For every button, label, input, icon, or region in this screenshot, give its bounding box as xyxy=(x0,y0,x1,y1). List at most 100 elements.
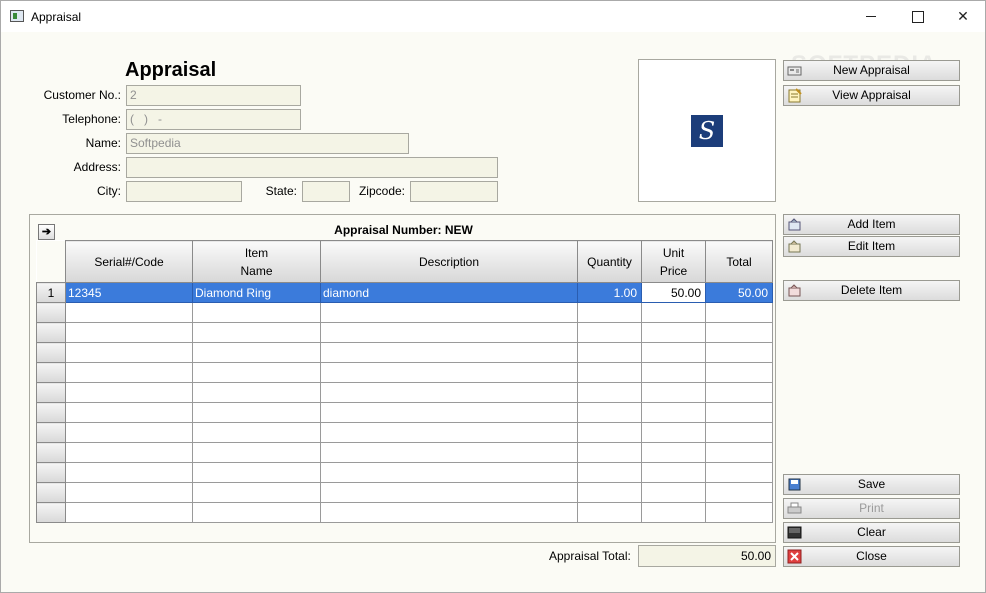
cell-unit-price[interactable] xyxy=(641,342,706,363)
record-navigator-arrow[interactable]: ➔ xyxy=(38,224,55,240)
cell-quantity[interactable] xyxy=(577,462,642,483)
maximize-icon[interactable] xyxy=(894,1,940,32)
table-row[interactable] xyxy=(36,322,773,343)
table-row[interactable] xyxy=(36,362,773,383)
cell-total[interactable] xyxy=(705,462,773,483)
address-field[interactable] xyxy=(126,157,498,178)
row-header[interactable] xyxy=(36,382,66,403)
cell-description[interactable] xyxy=(320,482,578,503)
row-header[interactable] xyxy=(36,402,66,423)
table-row[interactable] xyxy=(36,442,773,463)
column-header-description[interactable]: Description xyxy=(320,240,578,283)
table-row[interactable] xyxy=(36,502,773,523)
cell-item-name[interactable] xyxy=(192,382,321,403)
row-header[interactable] xyxy=(36,442,66,463)
new-appraisal-button[interactable]: New Appraisal xyxy=(783,60,960,81)
table-row[interactable] xyxy=(36,462,773,483)
state-field[interactable] xyxy=(302,181,350,202)
city-field[interactable] xyxy=(126,181,242,202)
cell-serial[interactable] xyxy=(65,322,193,343)
cell-total[interactable] xyxy=(705,302,773,323)
add-item-button[interactable]: Add Item xyxy=(783,214,960,235)
row-header[interactable] xyxy=(36,482,66,503)
cell-description[interactable] xyxy=(320,302,578,323)
cell-quantity[interactable] xyxy=(577,482,642,503)
table-row[interactable] xyxy=(36,342,773,363)
cell-total[interactable] xyxy=(705,342,773,363)
cell-serial[interactable] xyxy=(65,402,193,423)
cell-item-name[interactable]: Diamond Ring xyxy=(192,282,321,303)
clear-button[interactable]: Clear xyxy=(783,522,960,543)
cell-description[interactable] xyxy=(320,402,578,423)
cell-serial[interactable] xyxy=(65,462,193,483)
cell-unit-price[interactable] xyxy=(641,402,706,423)
cell-unit-price[interactable] xyxy=(641,502,706,523)
cell-item-name[interactable] xyxy=(192,362,321,383)
cell-description[interactable] xyxy=(320,342,578,363)
cell-description[interactable] xyxy=(320,382,578,403)
cell-unit-price[interactable] xyxy=(641,382,706,403)
cell-description[interactable] xyxy=(320,362,578,383)
cell-unit-price[interactable] xyxy=(641,302,706,323)
cell-quantity[interactable] xyxy=(577,502,642,523)
row-header[interactable] xyxy=(36,362,66,383)
cell-description[interactable] xyxy=(320,462,578,483)
cell-total[interactable] xyxy=(705,502,773,523)
name-field[interactable]: Softpedia xyxy=(126,133,409,154)
cell-quantity[interactable] xyxy=(577,422,642,443)
row-header[interactable] xyxy=(36,342,66,363)
row-header[interactable] xyxy=(36,422,66,443)
cell-unit-price[interactable] xyxy=(641,442,706,463)
cell-unit-price[interactable] xyxy=(641,362,706,383)
cell-quantity[interactable] xyxy=(577,322,642,343)
cell-total[interactable]: 50.00 xyxy=(705,282,773,303)
delete-item-button[interactable]: Delete Item xyxy=(783,280,960,301)
cell-total[interactable] xyxy=(705,422,773,443)
cell-total[interactable] xyxy=(705,322,773,343)
cell-serial[interactable] xyxy=(65,382,193,403)
cell-total[interactable] xyxy=(705,442,773,463)
cell-serial[interactable] xyxy=(65,442,193,463)
cell-unit-price[interactable] xyxy=(641,322,706,343)
print-button[interactable]: Print xyxy=(783,498,960,519)
row-header[interactable]: 1 xyxy=(36,282,66,303)
cell-total[interactable] xyxy=(705,482,773,503)
cell-item-name[interactable] xyxy=(192,502,321,523)
cell-unit-price[interactable]: 50.00 xyxy=(641,282,706,303)
cell-description[interactable] xyxy=(320,322,578,343)
cell-unit-price[interactable] xyxy=(641,422,706,443)
table-row[interactable] xyxy=(36,382,773,403)
cell-quantity[interactable] xyxy=(577,342,642,363)
cell-total[interactable] xyxy=(705,362,773,383)
cell-quantity[interactable] xyxy=(577,402,642,423)
table-row[interactable] xyxy=(36,482,773,503)
cell-quantity[interactable] xyxy=(577,362,642,383)
table-row[interactable] xyxy=(36,402,773,423)
cell-quantity[interactable] xyxy=(577,382,642,403)
cell-serial[interactable] xyxy=(65,362,193,383)
row-header[interactable] xyxy=(36,502,66,523)
cell-total[interactable] xyxy=(705,382,773,403)
column-header-quantity[interactable]: Quantity xyxy=(577,240,642,283)
cell-item-name[interactable] xyxy=(192,322,321,343)
view-appraisal-button[interactable]: View Appraisal xyxy=(783,85,960,106)
cell-serial[interactable] xyxy=(65,482,193,503)
cell-description[interactable] xyxy=(320,422,578,443)
cell-quantity[interactable]: 1.00 xyxy=(577,282,642,303)
cell-serial[interactable] xyxy=(65,422,193,443)
cell-item-name[interactable] xyxy=(192,462,321,483)
column-header-item-name[interactable]: Item Name xyxy=(192,240,321,283)
cell-serial[interactable] xyxy=(65,342,193,363)
save-button[interactable]: Save xyxy=(783,474,960,495)
edit-item-button[interactable]: Edit Item xyxy=(783,236,960,257)
cell-item-name[interactable] xyxy=(192,302,321,323)
table-row[interactable]: 1 12345 Diamond Ring diamond 1.00 50.00 … xyxy=(36,282,773,303)
cell-serial[interactable] xyxy=(65,502,193,523)
cell-item-name[interactable] xyxy=(192,482,321,503)
cell-description[interactable]: diamond xyxy=(320,282,578,303)
cell-unit-price[interactable] xyxy=(641,482,706,503)
row-header[interactable] xyxy=(36,462,66,483)
zipcode-field[interactable] xyxy=(410,181,498,202)
cell-item-name[interactable] xyxy=(192,342,321,363)
telephone-field[interactable]: ( ) - xyxy=(126,109,301,130)
